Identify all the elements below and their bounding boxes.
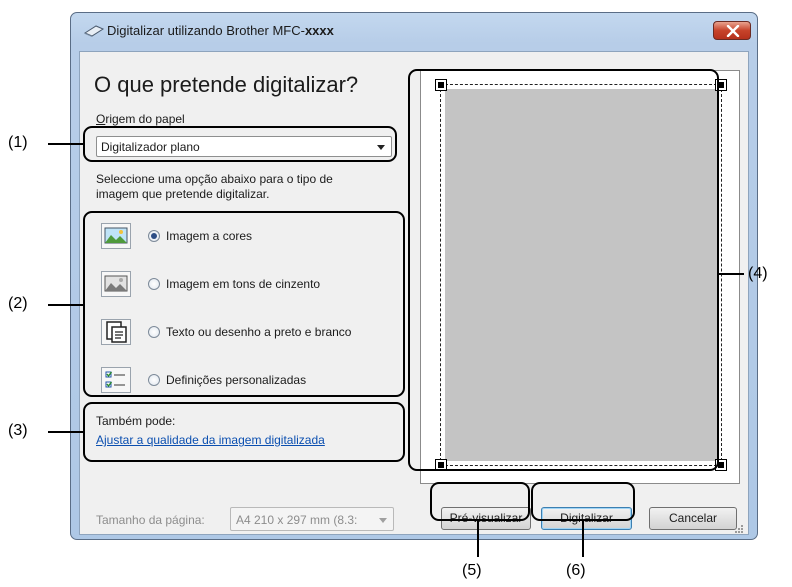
chevron-down-icon <box>379 518 387 523</box>
callout-label-6: (6) <box>566 562 586 579</box>
paper-source-label: Origem do papel <box>96 112 185 126</box>
close-button[interactable] <box>713 21 751 40</box>
callout-line-2 <box>48 304 83 306</box>
callout-line-5 <box>477 521 479 557</box>
callout-label-4: (4) <box>748 265 768 282</box>
callout-line-3 <box>48 431 83 433</box>
instruction-line-2: imagem que pretende digitalizar. <box>96 187 270 201</box>
callout-label-1: (1) <box>8 134 28 151</box>
callout-line-6 <box>582 521 584 557</box>
page-title: O que pretende digitalizar? <box>94 72 359 97</box>
page-size-value: A4 210 x 297 mm (8.3: <box>236 513 358 527</box>
callout-outline-scan-button <box>531 482 635 521</box>
callout-outline-scan-options <box>83 211 405 397</box>
callout-outline-also <box>83 402 405 462</box>
close-icon <box>726 25 740 37</box>
window-title: Digitalizar utilizando Brother MFC-xxxx <box>107 23 334 38</box>
callout-label-5: (5) <box>462 562 482 579</box>
page-size-label: Tamanho da página: <box>96 513 205 527</box>
paper-source-label-text: rigem do papel <box>105 112 185 126</box>
callout-outline-preview-button <box>430 482 530 521</box>
title-bar[interactable]: Digitalizar utilizando Brother MFC-xxxx <box>71 13 757 47</box>
instruction-text: Seleccione uma opção abaixo para o tipo … <box>96 172 333 202</box>
page-size-dropdown: A4 210 x 297 mm (8.3: <box>230 507 394 531</box>
callout-line-4 <box>719 273 744 275</box>
instruction-line-1: Seleccione uma opção abaixo para o tipo … <box>96 172 333 186</box>
resize-grip-icon[interactable] <box>734 521 744 533</box>
callout-outline-paper-source <box>83 126 397 162</box>
callout-label-3: (3) <box>8 422 28 439</box>
callout-label-2: (2) <box>8 295 28 312</box>
callout-outline-preview <box>408 69 719 471</box>
callout-line-1 <box>48 143 83 145</box>
cancel-button[interactable]: Cancelar <box>649 507 737 530</box>
scanner-icon <box>83 24 105 38</box>
